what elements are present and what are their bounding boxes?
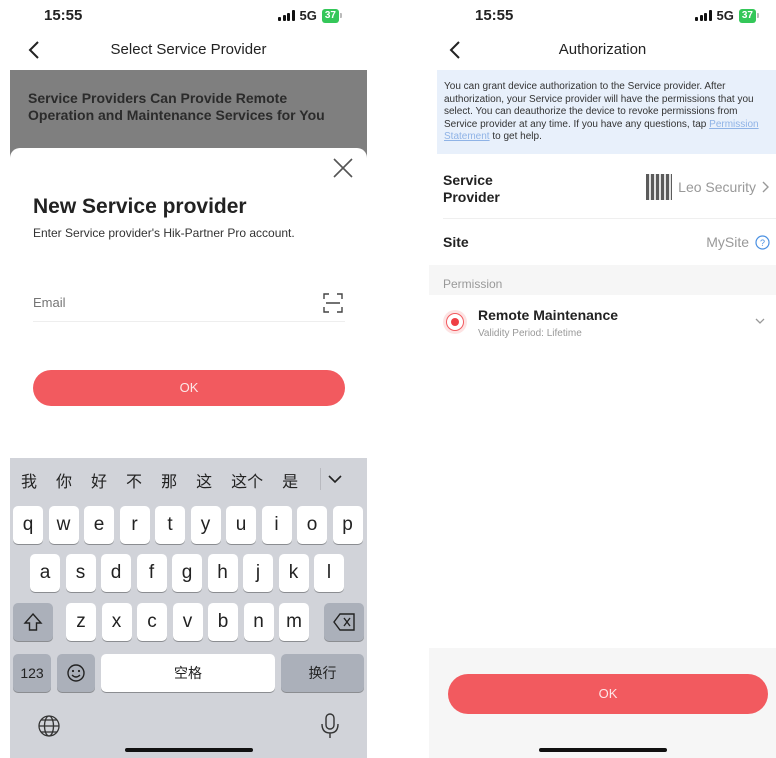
globe-icon[interactable] xyxy=(37,714,61,743)
candidate[interactable]: 这个 xyxy=(231,468,263,492)
key-g[interactable]: g xyxy=(172,554,202,592)
status-bar: 15:55 5G 37 xyxy=(10,0,367,32)
status-bar: 15:55 5G 37 xyxy=(429,0,776,32)
authorization-info-banner: You can grant device authorization to th… xyxy=(437,70,776,154)
key-e[interactable]: e xyxy=(84,506,114,544)
key-i[interactable]: i xyxy=(261,506,292,544)
service-provider-row[interactable]: Service Provider Leo Security xyxy=(443,160,776,219)
network-label: 5G xyxy=(716,8,734,23)
home-indicator xyxy=(124,748,253,752)
site-row: Site MySite ? xyxy=(443,219,776,265)
return-key[interactable]: 换行 xyxy=(281,654,364,692)
email-input[interactable] xyxy=(33,287,293,310)
key-a[interactable]: a xyxy=(30,554,60,592)
close-icon[interactable] xyxy=(331,156,355,180)
chevron-down-icon[interactable] xyxy=(320,468,349,490)
site-value: MySite xyxy=(706,234,749,250)
key-l[interactable]: l xyxy=(314,554,344,592)
help-icon[interactable]: ? xyxy=(755,234,770,250)
keyboard: 我 你 好 不 那 这 这个 是 qwertyuiop asdfghjkl zxcv… xyxy=(10,458,367,758)
emoji-icon[interactable] xyxy=(57,654,95,692)
key-q[interactable]: q xyxy=(13,506,43,544)
provider-logo xyxy=(646,174,673,200)
back-arrow-icon[interactable] xyxy=(24,34,44,66)
candidate[interactable]: 是 xyxy=(282,468,298,492)
permission-validity: Validity Period: Lifetime xyxy=(478,328,582,339)
key-b[interactable]: b xyxy=(208,603,238,641)
back-arrow-icon[interactable] xyxy=(445,34,465,66)
info-text: You can grant device authorization to th… xyxy=(444,81,754,130)
permission-radio[interactable] xyxy=(446,313,464,331)
authorization-screen: 15:55 5G 37 Authorization You can grant … xyxy=(429,0,776,758)
status-time: 15:55 xyxy=(475,7,514,24)
info-text-end: to get help. xyxy=(489,131,542,142)
key-n[interactable]: n xyxy=(243,603,274,641)
key-t[interactable]: t xyxy=(155,506,185,544)
scan-icon[interactable] xyxy=(323,293,343,313)
key-s[interactable]: s xyxy=(65,554,96,592)
key-f[interactable]: f xyxy=(136,554,167,592)
permission-section-header: Permission xyxy=(429,265,776,295)
candidate[interactable]: 这 xyxy=(196,468,212,492)
candidate[interactable]: 好 xyxy=(91,468,107,492)
key-j[interactable]: j xyxy=(243,554,273,592)
battery-icon: 37 xyxy=(321,8,343,23)
key-u[interactable]: u xyxy=(226,506,256,544)
signal-icon xyxy=(278,10,295,21)
network-label: 5G xyxy=(299,8,317,23)
chevron-right-icon xyxy=(762,181,769,193)
key-h[interactable]: h xyxy=(207,554,238,592)
email-field-row xyxy=(33,287,345,322)
page-title: Authorization xyxy=(558,41,647,58)
key-w[interactable]: w xyxy=(48,506,79,544)
home-indicator xyxy=(538,748,667,752)
shift-icon[interactable] xyxy=(13,603,53,641)
candidate[interactable]: 不 xyxy=(126,468,142,492)
space-key[interactable]: 空格 xyxy=(101,654,275,692)
key-c[interactable]: c xyxy=(137,603,167,641)
backspace-icon[interactable] xyxy=(324,603,364,641)
candidate[interactable]: 我 xyxy=(21,468,37,492)
promo-banner: Service Providers Can Provide Remote Ope… xyxy=(10,70,367,160)
chevron-down-icon[interactable] xyxy=(754,314,766,326)
svg-text:?: ? xyxy=(760,238,765,248)
service-provider-label: Service Provider xyxy=(443,172,500,205)
key-z[interactable]: z xyxy=(66,603,96,641)
key-d[interactable]: d xyxy=(101,554,131,592)
candidate[interactable]: 那 xyxy=(161,468,177,492)
signal-icon xyxy=(695,10,712,21)
status-time: 15:55 xyxy=(44,7,83,24)
banner-text: Service Providers Can Provide Remote Ope… xyxy=(28,90,325,123)
page-title: Select Service Provider xyxy=(110,41,267,58)
nav-bar: Select Service Provider xyxy=(10,34,367,66)
candidate[interactable]: 你 xyxy=(56,468,72,492)
ok-button[interactable]: OK xyxy=(33,370,345,406)
key-y[interactable]: y xyxy=(190,506,221,544)
ok-button[interactable]: OK xyxy=(448,674,768,714)
battery-icon: 37 xyxy=(738,8,760,23)
sheet-subtitle: Enter Service provider's Hik-Partner Pro… xyxy=(33,226,295,240)
key-o[interactable]: o xyxy=(297,506,327,544)
key-v[interactable]: v xyxy=(172,603,203,641)
select-service-provider-screen: 15:55 5G 37 Select Service Provider Serv… xyxy=(10,0,367,758)
candidate-bar: 我 你 好 不 那 这 这个 是 xyxy=(10,458,367,502)
permission-title: Remote Maintenance xyxy=(478,307,619,323)
site-label: Site xyxy=(443,234,469,250)
service-provider-value: Leo Security xyxy=(678,179,756,195)
nav-bar: Authorization xyxy=(429,34,776,66)
microphone-icon[interactable] xyxy=(321,713,339,744)
permission-item[interactable]: Remote Maintenance Validity Period: Life… xyxy=(429,296,776,348)
numbers-key[interactable]: 123 xyxy=(13,654,51,692)
key-x[interactable]: x xyxy=(101,603,132,641)
key-m[interactable]: m xyxy=(279,603,309,641)
key-p[interactable]: p xyxy=(332,506,363,544)
sheet-title: New Service provider xyxy=(33,195,247,218)
key-k[interactable]: k xyxy=(278,554,309,592)
key-r[interactable]: r xyxy=(119,506,150,544)
